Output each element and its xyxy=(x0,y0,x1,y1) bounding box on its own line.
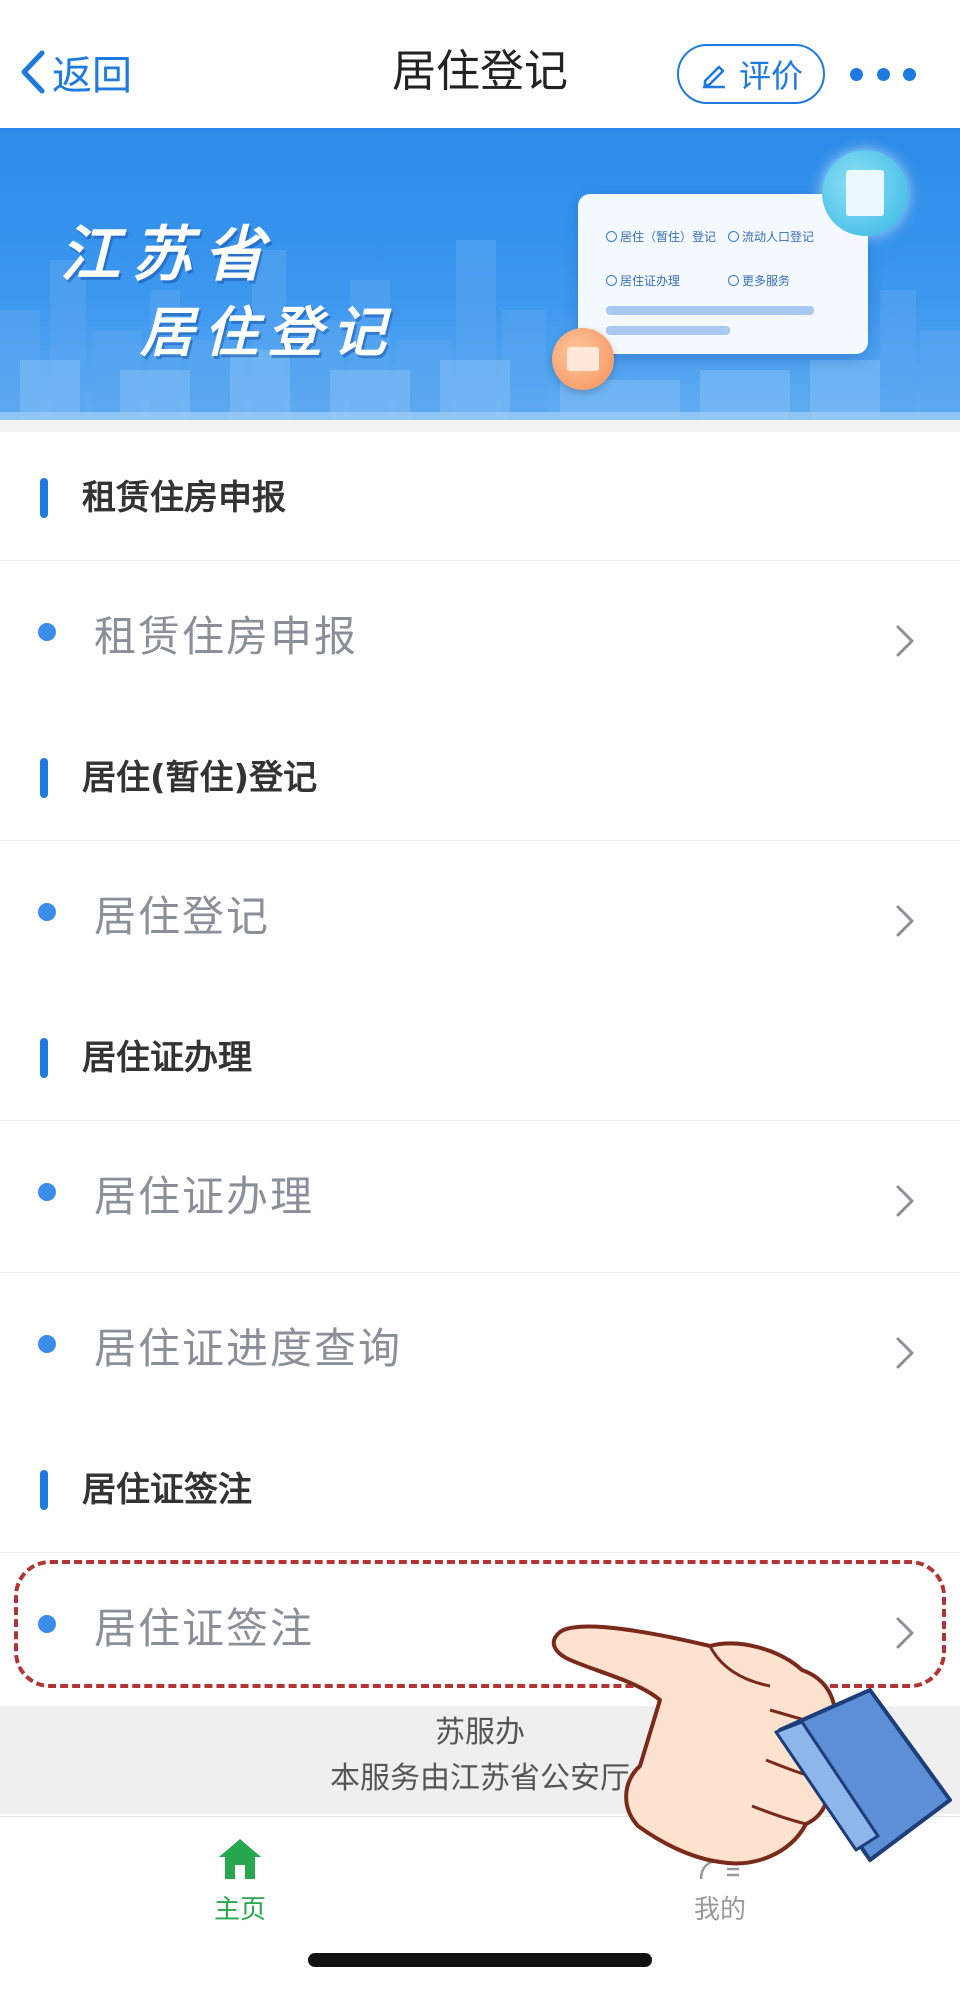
list-item-label: 居住登记 xyxy=(94,892,271,941)
bullet-dot-icon xyxy=(38,903,56,921)
section-title: 租赁住房申报 xyxy=(82,478,286,518)
section-header-residence-registration: 居住(暂住)登记 xyxy=(0,712,960,840)
more-menu-button[interactable] xyxy=(850,58,916,90)
banner-title-line2: 居住登记 xyxy=(140,301,396,364)
chevron-right-icon xyxy=(896,625,914,657)
rate-button[interactable]: 评价 xyxy=(677,44,825,104)
home-icon xyxy=(219,1839,261,1879)
hero-banner: 江苏省 居住登记 居住（暂住）登记 流动人口登记 居住证办理 更多服务 xyxy=(0,128,960,420)
radio-circle-icon xyxy=(606,275,617,286)
list-item-label: 居住证进度查询 xyxy=(94,1324,403,1373)
edit-icon xyxy=(702,65,725,89)
list-item-permit-application[interactable]: 居住证办理 xyxy=(0,1120,960,1272)
pointing-hand-illustration xyxy=(551,1624,952,1866)
section-header-permit-application: 居住证办理 xyxy=(0,992,960,1120)
bullet-dot-icon xyxy=(38,1183,56,1201)
tab-home[interactable]: 主页 xyxy=(150,1835,330,1935)
radio-circle-icon xyxy=(728,275,739,286)
list-item-residence-registration[interactable]: 居住登记 xyxy=(0,840,960,992)
section-marker xyxy=(40,758,48,798)
section-header-rental: 租赁住房申报 xyxy=(0,432,960,560)
more-dots-icon xyxy=(850,67,863,81)
list-item-label: 居住证办理 xyxy=(94,1172,315,1221)
radio-circle-icon xyxy=(728,231,739,242)
section-divider xyxy=(0,420,960,432)
section-title: 居住(暂住)登记 xyxy=(82,758,318,798)
card-option: 居住（暂住）登记 xyxy=(606,228,716,245)
section-title: 居住证办理 xyxy=(82,1038,252,1078)
card-option: 流动人口登记 xyxy=(728,228,814,245)
list-item-label: 租赁住房申报 xyxy=(94,612,359,661)
bullet-dot-icon xyxy=(38,623,56,641)
list-item-permit-progress[interactable]: 居住证进度查询 xyxy=(0,1272,960,1424)
banner-service-card: 居住（暂住）登记 流动人口登记 居住证办理 更多服务 xyxy=(578,194,868,354)
card-placeholder-bar xyxy=(606,326,730,335)
section-marker xyxy=(40,1470,48,1510)
chevron-right-icon xyxy=(896,905,914,937)
card-option: 更多服务 xyxy=(728,272,790,289)
section-header-permit-endorsement: 居住证签注 xyxy=(0,1424,960,1552)
card-option: 居住证办理 xyxy=(606,272,680,289)
section-title: 居住证签注 xyxy=(82,1470,252,1510)
home-indicator xyxy=(308,1953,652,1967)
section-marker xyxy=(40,1038,48,1078)
chevron-right-icon xyxy=(896,1185,914,1217)
list-item-rental-report[interactable]: 租赁住房申报 xyxy=(0,560,960,712)
id-card-badge-icon xyxy=(552,328,614,390)
document-badge-icon xyxy=(822,150,908,236)
banner-title-line1: 江苏省 xyxy=(60,220,276,290)
tab-label: 主页 xyxy=(213,1895,266,1925)
rate-label: 评价 xyxy=(738,57,803,95)
chevron-right-icon xyxy=(896,1337,914,1369)
radio-circle-icon xyxy=(606,231,617,242)
bullet-dot-icon xyxy=(38,1335,56,1353)
card-placeholder-bar xyxy=(606,306,814,315)
section-marker xyxy=(40,478,48,518)
top-nav-bar: 返回 居住登记 评价 xyxy=(0,0,960,128)
